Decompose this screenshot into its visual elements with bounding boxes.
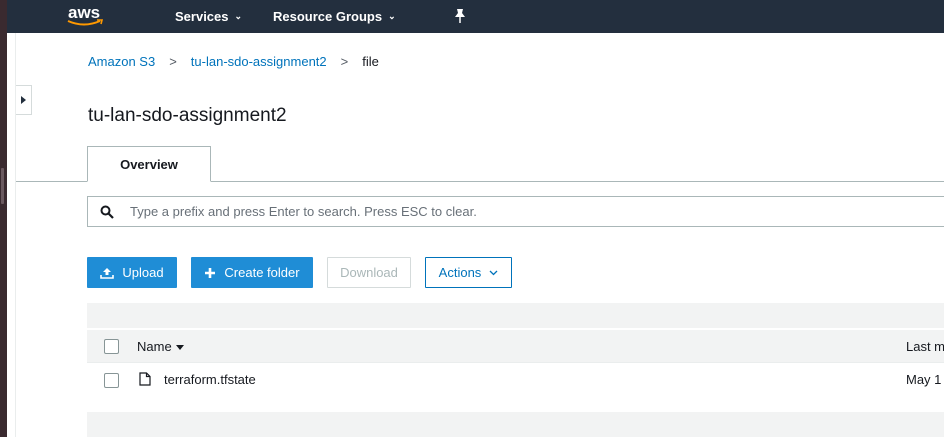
upload-label: Upload (122, 265, 164, 280)
table-top-band (87, 303, 944, 328)
expand-arrow-icon (21, 96, 26, 104)
breadcrumb-bucket[interactable]: tu-lan-sdo-assignment2 (191, 54, 327, 69)
tab-overview[interactable]: Overview (87, 146, 211, 182)
breadcrumb: Amazon S3 > tu-lan-sdo-assignment2 > fil… (88, 54, 379, 69)
table-header (87, 330, 944, 363)
download-label: Download (340, 265, 398, 280)
column-name-label: Name (137, 339, 172, 354)
breadcrumb-separator: > (169, 54, 177, 69)
breadcrumb-separator: > (340, 54, 349, 69)
create-folder-label: Create folder (224, 265, 300, 280)
resource-groups-menu[interactable]: Resource Groups ⌄ (273, 9, 396, 24)
search-icon (100, 205, 114, 219)
actions-button[interactable]: Actions (425, 257, 512, 288)
column-header-name[interactable]: Name (137, 339, 184, 354)
pin-icon[interactable] (453, 8, 467, 24)
column-header-last-modified[interactable]: Last m (906, 339, 944, 354)
actions-label: Actions (438, 265, 482, 280)
download-button[interactable]: Download (327, 257, 411, 288)
breadcrumb-amazon-s3[interactable]: Amazon S3 (88, 54, 155, 69)
chevron-down-icon: ⌄ (388, 11, 396, 21)
page-title: tu-lan-sdo-assignment2 (88, 105, 287, 126)
resource-groups-label: Resource Groups (273, 9, 383, 24)
create-folder-button[interactable]: Create folder (191, 257, 313, 288)
desktop-edge (0, 0, 7, 437)
services-menu[interactable]: Services ⌄ (175, 9, 242, 24)
breadcrumb-current: file (362, 54, 379, 69)
plus-icon (205, 267, 216, 278)
aws-logo[interactable]: aws (66, 3, 110, 29)
sidebar-toggle[interactable] (16, 85, 32, 115)
services-label: Services (175, 9, 229, 24)
select-all-checkbox[interactable] (104, 339, 119, 354)
sort-down-icon (175, 344, 184, 350)
table-bottom-band (87, 412, 944, 437)
aws-smile-icon (67, 19, 104, 26)
aws-topbar: aws Services ⌄ Resource Groups ⌄ (7, 0, 944, 33)
search-input[interactable] (130, 204, 910, 219)
desktop-edge-mark (1, 168, 4, 204)
upload-button[interactable]: Upload (87, 257, 177, 288)
chevron-down-icon (489, 270, 498, 275)
file-last-modified: May 1 (906, 372, 942, 387)
chevron-down-icon: ⌄ (234, 11, 243, 21)
row-checkbox[interactable] (104, 373, 119, 388)
file-name-link[interactable]: terraform.tfstate (164, 372, 256, 387)
upload-icon (100, 267, 115, 279)
search-bar (87, 196, 944, 227)
file-icon (139, 372, 151, 386)
